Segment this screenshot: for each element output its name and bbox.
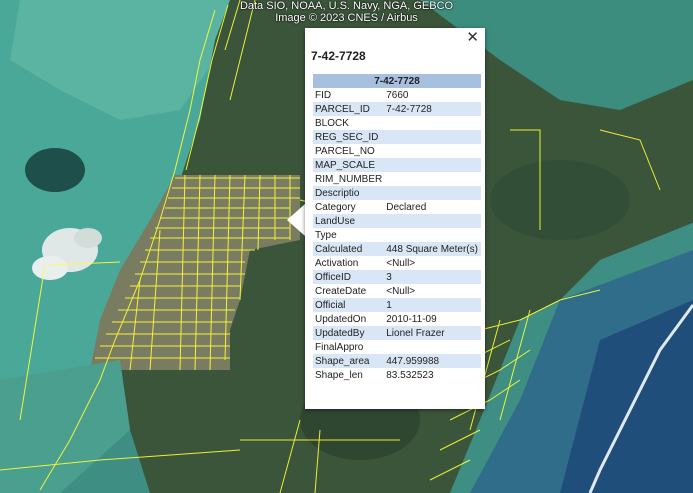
attribute-key: UpdatedBy — [313, 326, 385, 340]
attribute-value — [384, 228, 481, 242]
attribute-row: CreateDate <Null> — [313, 284, 481, 298]
attribute-value — [384, 172, 481, 186]
attribute-row: Official 1 — [313, 298, 481, 312]
attribute-value: 447.959988 — [384, 354, 481, 368]
attribute-key: REG_SEC_ID — [313, 130, 385, 144]
attribute-key: FinalAppro — [315, 341, 364, 353]
attribute-key: Activation — [315, 257, 359, 269]
attribute-key: Category — [315, 201, 356, 213]
attribute-row: Calculated 448 Square Meter(s) — [313, 242, 481, 256]
attribute-key: FID — [315, 89, 332, 101]
attribute-row: Shape_area 447.959988 — [313, 354, 481, 368]
attribute-key: RIM_NUMBER — [315, 173, 383, 185]
map-attribution: Data SIO, NOAA, U.S. Navy, NGA, GEBCO Im… — [0, 0, 693, 24]
attribute-value: 83.532523 — [386, 369, 434, 381]
attribute-value: 7-42-7728 — [384, 102, 481, 116]
attribute-value: 448 Square Meter(s) — [384, 242, 481, 256]
attribute-row: REG_SEC_ID — [313, 130, 481, 144]
attribute-key: BLOCK — [315, 117, 349, 129]
attribute-value: 1 — [384, 298, 481, 312]
attribute-row: RIM_NUMBER — [313, 172, 481, 186]
attribute-key: Descriptio — [313, 186, 385, 200]
attribute-key: OfficeID — [313, 270, 385, 284]
attribute-row: UpdatedBy Lionel Frazer — [313, 326, 481, 340]
attribute-row: Type — [313, 228, 481, 242]
attribute-row: PARCEL_NO — [313, 144, 481, 158]
attribute-value — [384, 130, 481, 144]
attribute-row: Activation <Null> — [313, 256, 481, 270]
attribute-value — [384, 340, 481, 354]
popup-pointer — [287, 204, 305, 236]
attribute-row: FinalAppro — [313, 340, 481, 354]
attribute-row: BLOCK — [313, 116, 481, 130]
attribute-row: OfficeID 3 — [313, 270, 481, 284]
attribute-row: MAP_SCALE — [313, 158, 481, 172]
attribution-line-2: Image © 2023 CNES / Airbus — [275, 12, 418, 24]
attribute-value: 7660 — [386, 89, 409, 101]
attribute-key: Type — [315, 229, 337, 241]
attribute-key: Official — [313, 298, 385, 312]
attribute-table-header: 7-42-7728 — [313, 74, 481, 88]
attribute-key: CreateDate — [315, 285, 367, 297]
feature-popup: ✕ 7-42-7728 7-42-7728 FID 7660 PARCEL_ID 7-… — [305, 28, 485, 409]
attribute-value — [384, 158, 481, 172]
attribute-key: MAP_SCALE — [313, 158, 385, 172]
close-icon[interactable]: ✕ — [466, 30, 479, 46]
attribute-value: 3 — [384, 270, 481, 284]
attribute-value — [384, 186, 481, 200]
attribute-key: Shape_area — [313, 354, 385, 368]
attribute-value: Lionel Frazer — [384, 326, 481, 340]
attribute-row: Category Declared — [313, 200, 481, 214]
attribute-row: PARCEL_ID 7-42-7728 — [313, 102, 481, 116]
attribute-key: Calculated — [313, 242, 385, 256]
attribute-value: <Null> — [386, 285, 416, 297]
attribute-value — [384, 144, 481, 158]
attribute-row: FID 7660 — [313, 88, 481, 102]
attribute-row: UpdatedOn 2010-11-09 — [313, 312, 481, 326]
attribute-value: Declared — [386, 201, 427, 213]
attribute-table: 7-42-7728 FID 7660 PARCEL_ID 7-42-7728 BLOCK… — [313, 74, 481, 382]
attribute-row: Shape_len 83.532523 — [313, 368, 481, 382]
attribute-key: PARCEL_ID — [313, 102, 385, 116]
attribution-line-1: Data SIO, NOAA, U.S. Navy, NGA, GEBCO — [239, 0, 454, 12]
popup-title: 7-42-7728 — [311, 49, 366, 63]
attribute-key: PARCEL_NO — [315, 145, 375, 157]
attribute-key: Shape_len — [315, 369, 363, 381]
attribute-value: <Null> — [386, 257, 416, 269]
attribute-row: Descriptio — [313, 186, 481, 200]
attribute-row: LandUse — [313, 214, 481, 228]
attribute-value — [384, 116, 481, 130]
attribute-key: UpdatedOn — [315, 313, 367, 325]
attribute-key: LandUse — [313, 214, 385, 228]
attribute-value: 2010-11-09 — [386, 313, 437, 325]
attribute-value — [384, 214, 481, 228]
